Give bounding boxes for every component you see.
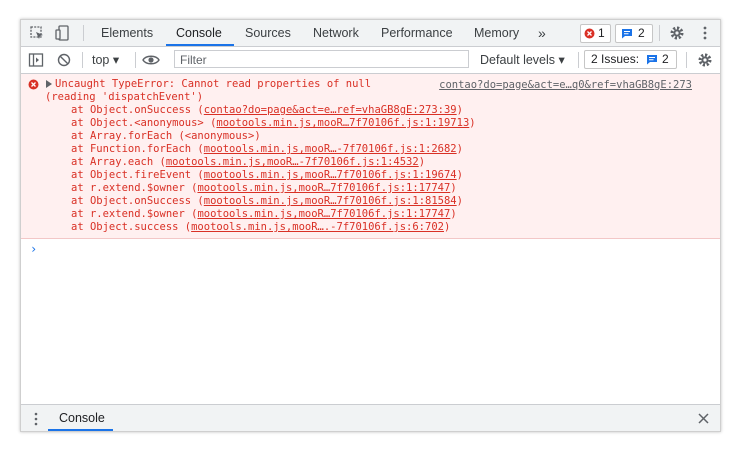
stack-frame-close-paren: ) [469,117,476,129]
drawer-tab-console[interactable]: Console [59,405,105,431]
tab-network[interactable]: Network [313,20,359,46]
stack-frame-text: at Object.onSuccess ( [71,195,204,207]
stack-frame-close-paren: ) [443,221,451,233]
stack-frame-text: at Object.<anonymous> ( [71,117,217,129]
stack-frame-close-paren: ) [456,195,463,207]
issues-count: 2 [662,52,669,66]
toolbar-divider [659,25,660,41]
stack-frame-source-link[interactable]: mootools.min.js,mooR…7f70106f.js:1:81584 [204,195,457,207]
active-tab-indicator [166,44,234,46]
console-settings-gear-icon[interactable] [697,52,713,68]
stack-frame-source-link[interactable]: mootools.min.js,mooR…7f70106f.js:1:19674 [204,169,457,181]
message-icon [622,29,632,39]
stack-frame: at r.extend.$owner (mootools.min.js,mooR… [71,182,457,195]
context-selector[interactable]: top ▾ [92,47,119,73]
stack-frame-source-link[interactable]: mootools.min.js,mooR…7f70106f.js:1:17747 [197,182,450,194]
message-count: 2 [638,26,645,40]
device-toolbar-icon[interactable] [55,25,71,41]
error-source-link[interactable]: contao?do=page&act=e…q0&ref=vhaGB8gE:273 [439,79,692,91]
stack-frame-text: at Object.fireEvent ( [71,169,204,181]
tab-memory[interactable]: Memory [474,20,519,46]
stack-frame-close-paren: ) [418,156,426,168]
stack-frame-close-paren: ) [450,182,457,194]
stack-frame-source-link[interactable]: contao?do=page&act=e…ref=vhaGB8gE:273:39 [204,104,457,116]
expand-triangle-icon[interactable] [46,80,53,88]
more-tabs-icon[interactable]: » [538,20,546,46]
devtools-window: Elements Console Sources Network Perform… [20,19,721,432]
stack-frame: at Object.onSuccess (mootools.min.js,moo… [71,195,463,208]
filter-input[interactable]: Filter [174,50,469,68]
close-drawer-icon[interactable] [698,413,709,424]
tab-sources[interactable]: Sources [245,20,291,46]
error-title[interactable]: Uncaught TypeError: Cannot read properti… [55,78,371,91]
tab-console[interactable]: Console [176,20,222,46]
settings-gear-icon[interactable] [669,25,685,41]
stack-frame-close-paren: ) [456,143,463,155]
error-title-continued: (reading 'dispatchEvent') [45,91,204,103]
drawer-menu-icon[interactable] [33,412,39,426]
stack-frame-source-link[interactable]: mootools.min.js,mooR…7f70106f.js:1:17747 [197,208,450,220]
error-icon [28,79,39,90]
stack-frame-close-paren: ) [450,208,457,220]
stack-frame: at Array.each (mootools.min.js,mooR…-7f7… [71,156,425,169]
live-expression-eye-icon[interactable] [142,52,160,68]
issues-message-icon [647,55,657,65]
stack-frame-source-link[interactable]: mootools.min.js,mooR…-7f70106f.js:1:4532 [166,156,419,168]
stack-frame-source-link[interactable]: mootools.min.js,mooR….-7f70106f.js:6:702 [191,221,444,233]
console-prompt-icon[interactable]: › [30,242,37,256]
error-count-badge[interactable]: 1 [580,24,611,43]
tab-performance[interactable]: Performance [381,20,453,46]
stack-frame-source-link[interactable]: mootools.min.js,mooR…7f70106f.js:1:19713 [216,117,469,129]
inspect-element-icon[interactable] [29,25,45,41]
toolbar-divider [135,52,136,68]
stack-frame: at r.extend.$owner (mootools.min.js,mooR… [71,208,457,221]
drawer-tab-indicator [48,429,113,431]
error-count: 1 [598,26,605,40]
main-tabbar: Elements Console Sources Network Perform… [21,20,720,47]
stack-frame-text: at Array.each ( [71,156,166,168]
stack-frame-text: at r.extend.$owner ( [71,182,198,194]
stack-frame-close-paren: ) [456,169,463,181]
stack-frame: at Object.onSuccess (contao?do=page&act=… [71,104,463,117]
stack-frame-text: at r.extend.$owner ( [71,208,198,220]
stack-frame-text: at Object.onSuccess ( [71,104,204,116]
stack-frame-text: at Function.forEach ( [71,143,204,155]
stack-frame: at Function.forEach (mootools.min.js,moo… [71,143,463,156]
stack-frame-close-paren: ) [456,104,463,116]
log-levels-dropdown[interactable]: Default levels ▾ [480,47,565,73]
stack-frame-text: at Object.success ( [71,221,192,233]
clear-console-icon[interactable] [56,52,72,68]
toolbar-divider [578,52,579,68]
sidebar-toggle-icon[interactable] [28,52,44,68]
issues-label: 2 Issues: [591,52,640,66]
console-toolbar: top ▾ Filter Default levels ▾ 2 Issues: … [21,47,720,74]
console-error-message: Uncaught TypeError: Cannot read properti… [21,74,720,239]
message-count-badge[interactable]: 2 [615,24,653,43]
toolbar-divider [82,52,83,68]
error-icon [584,28,595,39]
toolbar-divider [83,25,84,41]
stack-frame: at Object.fireEvent (mootools.min.js,moo… [71,169,463,182]
stack-frame: at Object.<anonymous> (mootools.min.js,m… [71,117,476,130]
issues-button[interactable]: 2 Issues: 2 [584,50,677,69]
stack-frame: at Object.success (mootools.min.js,mooR…… [71,221,450,234]
stack-frame: at Array.forEach (<anonymous>) [71,130,261,143]
stack-frame-source-link[interactable]: mootools.min.js,mooR…-7f70106f.js:1:2682 [204,143,457,155]
kebab-menu-icon[interactable] [697,25,713,41]
stack-frame-text: at Array.forEach (<anonymous>) [71,130,261,142]
console-drawer: Console [21,404,720,431]
tab-elements[interactable]: Elements [101,20,153,46]
toolbar-divider [686,52,687,68]
